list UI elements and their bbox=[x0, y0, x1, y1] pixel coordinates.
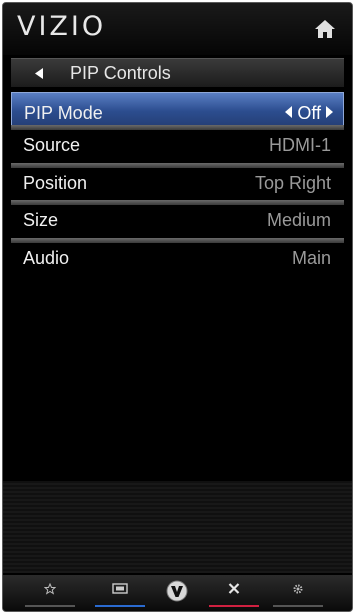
settings-button[interactable] bbox=[269, 575, 327, 611]
button-underline bbox=[273, 605, 323, 607]
wide-icon bbox=[112, 583, 128, 594]
button-underline bbox=[25, 605, 75, 607]
menu-title-bar[interactable]: PIP Controls bbox=[11, 58, 344, 87]
menu-row-label: Position bbox=[23, 173, 88, 193]
menu-row-source[interactable]: Source HDMI-1 bbox=[11, 125, 344, 160]
star-icon bbox=[44, 583, 56, 595]
chevron-right-icon[interactable] bbox=[326, 106, 333, 119]
chevron-left-icon[interactable] bbox=[285, 106, 293, 119]
row-divider bbox=[11, 163, 344, 168]
vizio-logo: VIZIO bbox=[17, 11, 107, 42]
home-icon[interactable] bbox=[314, 19, 336, 39]
menu-row-value: Top Right bbox=[254, 173, 331, 193]
menu-row-value: Main bbox=[291, 248, 331, 268]
bottom-button-bar bbox=[3, 575, 352, 611]
menu-row-value: Medium bbox=[266, 210, 331, 230]
button-underline bbox=[209, 605, 259, 607]
menu-row-value[interactable]: Off bbox=[285, 103, 333, 124]
tv-menu-panel: VIZIO PIP Controls PIP Mode Off Source H… bbox=[2, 2, 353, 612]
header: VIZIO bbox=[3, 3, 352, 55]
menu-row-label: Source bbox=[23, 135, 81, 155]
row-divider bbox=[11, 125, 344, 130]
lower-background-texture bbox=[3, 481, 352, 573]
wide-button[interactable] bbox=[91, 575, 149, 611]
exit-button[interactable] bbox=[205, 575, 263, 611]
menu-title: PIP Controls bbox=[70, 63, 171, 83]
favorites-button[interactable] bbox=[21, 575, 79, 611]
menu-row-pip-mode[interactable]: PIP Mode Off bbox=[11, 92, 344, 127]
button-underline bbox=[95, 605, 145, 607]
row-divider bbox=[11, 200, 344, 205]
vizio-button[interactable] bbox=[148, 575, 206, 611]
menu-row-label: Size bbox=[23, 210, 59, 230]
close-icon bbox=[228, 583, 240, 594]
menu-row-label: PIP Mode bbox=[24, 103, 103, 123]
back-arrow-icon[interactable] bbox=[35, 68, 43, 79]
vizio-v-icon bbox=[166, 580, 188, 602]
menu-row-value: HDMI-1 bbox=[269, 135, 331, 155]
menu-row-audio[interactable]: Audio Main bbox=[11, 238, 344, 273]
gear-icon bbox=[293, 584, 303, 594]
row-divider bbox=[11, 238, 344, 243]
menu-row-position[interactable]: Position Top Right bbox=[11, 163, 344, 198]
menu-row-size[interactable]: Size Medium bbox=[11, 200, 344, 235]
menu-row-label: Audio bbox=[23, 248, 70, 268]
